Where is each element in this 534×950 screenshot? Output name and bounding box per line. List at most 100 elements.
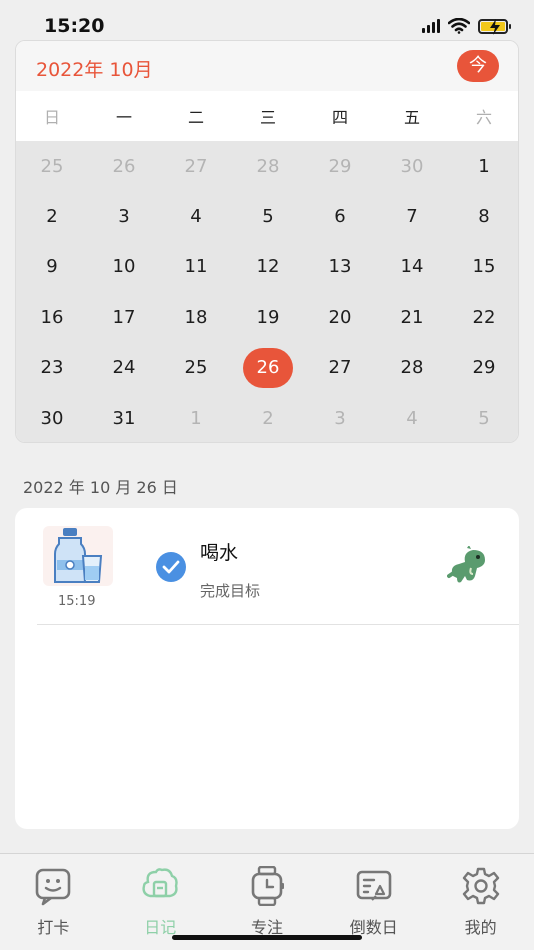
tab-label: 日记 <box>144 918 177 937</box>
day-number: 25 <box>40 155 64 177</box>
weekday-label: 一 <box>115 108 132 127</box>
today-button[interactable]: 今 <box>457 50 499 82</box>
calendar-day[interactable]: 21 <box>376 292 448 342</box>
calendar-day[interactable]: 25 <box>16 141 88 191</box>
battery-icon <box>478 18 511 35</box>
calendar-card: 2022年 10月 今 日一二三四五六 25 26 27 28 29 30 1 2 3 4 5 6 7 8… <box>15 40 519 443</box>
tab-label: 我的 <box>464 918 497 937</box>
tab-label: 打卡 <box>37 918 70 937</box>
calendar-day[interactable]: 22 <box>448 292 518 342</box>
day-number: 17 <box>112 306 136 328</box>
calendar-day[interactable]: 14 <box>376 242 448 292</box>
cellular-signal-icon <box>422 19 440 33</box>
calendar-day[interactable]: 2 <box>16 191 88 241</box>
entry-card: 15:19 喝水 完成目标 <box>15 508 519 829</box>
day-number: 25 <box>184 357 208 379</box>
day-number: 5 <box>262 206 274 228</box>
calendar-day[interactable]: 12 <box>232 242 304 292</box>
day-number: 19 <box>256 306 280 328</box>
day-number: 28 <box>400 357 424 379</box>
calendar-day[interactable]: 10 <box>88 242 160 292</box>
calendar-day[interactable]: 13 <box>304 242 376 292</box>
calendar-day[interactable]: 17 <box>88 292 160 342</box>
day-number: 10 <box>112 256 136 278</box>
day-number: 8 <box>478 206 490 228</box>
weekday-label: 六 <box>475 108 492 127</box>
wifi-icon <box>448 18 470 34</box>
calendar-day[interactable]: 27 <box>304 343 376 393</box>
day-number: 12 <box>256 256 280 278</box>
status-icons <box>422 18 511 35</box>
day-number: 4 <box>406 407 418 429</box>
focus-watch-icon <box>251 866 284 906</box>
calendar-day[interactable]: 23 <box>16 343 88 393</box>
gear-icon <box>462 867 499 905</box>
calendar-day[interactable]: 27 <box>160 141 232 191</box>
calendar-day[interactable]: 20 <box>304 292 376 342</box>
entry-title: 喝水 <box>200 542 239 564</box>
calendar-day[interactable]: 7 <box>376 191 448 241</box>
calendar-day[interactable]: 18 <box>160 292 232 342</box>
check-icon[interactable] <box>156 552 186 582</box>
checkin-face-icon <box>36 868 71 906</box>
day-number: 3 <box>118 206 130 228</box>
day-number: 27 <box>184 155 208 177</box>
calendar-day[interactable]: 5 <box>232 191 304 241</box>
calendar-day[interactable]: 30 <box>376 141 448 191</box>
calendar-day[interactable]: 31 <box>88 393 160 442</box>
calendar-day[interactable]: 3 <box>88 191 160 241</box>
water-bottle-icon <box>43 526 113 586</box>
day-number: 15 <box>472 256 496 278</box>
divider <box>37 624 519 625</box>
calendar-day[interactable]: 3 <box>304 393 376 442</box>
weekday-label: 二 <box>187 108 204 127</box>
day-number: 9 <box>46 256 58 278</box>
list-item[interactable]: 15:19 喝水 完成目标 <box>15 508 519 625</box>
entry-subtitle: 完成目标 <box>200 582 261 600</box>
month-title[interactable]: 2022年 10月 <box>36 55 153 82</box>
calendar-day[interactable]: 1 <box>448 141 518 191</box>
day-number: 1 <box>478 155 490 177</box>
day-number: 3 <box>334 407 346 429</box>
calendar-day[interactable]: 30 <box>16 393 88 442</box>
day-number: 13 <box>328 256 352 278</box>
weekday-label: 五 <box>403 108 420 127</box>
calendar-day[interactable]: 19 <box>232 292 304 342</box>
calendar-day[interactable]: 1 <box>160 393 232 442</box>
calendar-day[interactable]: 15 <box>448 242 518 292</box>
calendar-day[interactable]: 29 <box>304 141 376 191</box>
calendar-day[interactable]: 11 <box>160 242 232 292</box>
tab-checkin[interactable]: 打卡 <box>0 854 107 950</box>
selected-date-label: 2022 年 10 月 26 日 <box>23 478 178 497</box>
day-number: 11 <box>184 256 208 278</box>
day-number: 4 <box>190 206 202 228</box>
calendar-day[interactable]: 26 <box>88 141 160 191</box>
calendar-day[interactable]: 2 <box>232 393 304 442</box>
calendar-day[interactable]: 9 <box>16 242 88 292</box>
calendar-day[interactable]: 16 <box>16 292 88 342</box>
day-number: 28 <box>256 155 280 177</box>
home-indicator <box>172 935 362 940</box>
calendar-day[interactable]: 8 <box>448 191 518 241</box>
day-number: 1 <box>190 407 202 429</box>
calendar-day[interactable]: 6 <box>304 191 376 241</box>
calendar-day[interactable]: 29 <box>448 343 518 393</box>
tab-profile[interactable]: 我的 <box>427 854 534 950</box>
calendar-day[interactable]: 25 <box>160 343 232 393</box>
day-number: 21 <box>400 306 424 328</box>
days-grid: 25 26 27 28 29 30 1 2 3 4 5 6 7 8 9 10 11 12 13 14 15 16 17 18 1… <box>16 141 518 442</box>
diary-icon <box>142 868 178 898</box>
calendar-day[interactable]: 28 <box>376 343 448 393</box>
day-number: 20 <box>328 306 352 328</box>
calendar-day[interactable]: 4 <box>376 393 448 442</box>
calendar-day[interactable]: 24 <box>88 343 160 393</box>
day-number: 5 <box>478 407 490 429</box>
calendar-day[interactable]: 5 <box>448 393 518 442</box>
day-number: 7 <box>406 206 418 228</box>
day-number: 18 <box>184 306 208 328</box>
entry-time: 15:19 <box>58 594 96 609</box>
day-number: 26 <box>243 347 293 388</box>
calendar-day[interactable]: 28 <box>232 141 304 191</box>
calendar-day[interactable]: 4 <box>160 191 232 241</box>
calendar-day-selected[interactable]: 26 <box>232 343 304 393</box>
